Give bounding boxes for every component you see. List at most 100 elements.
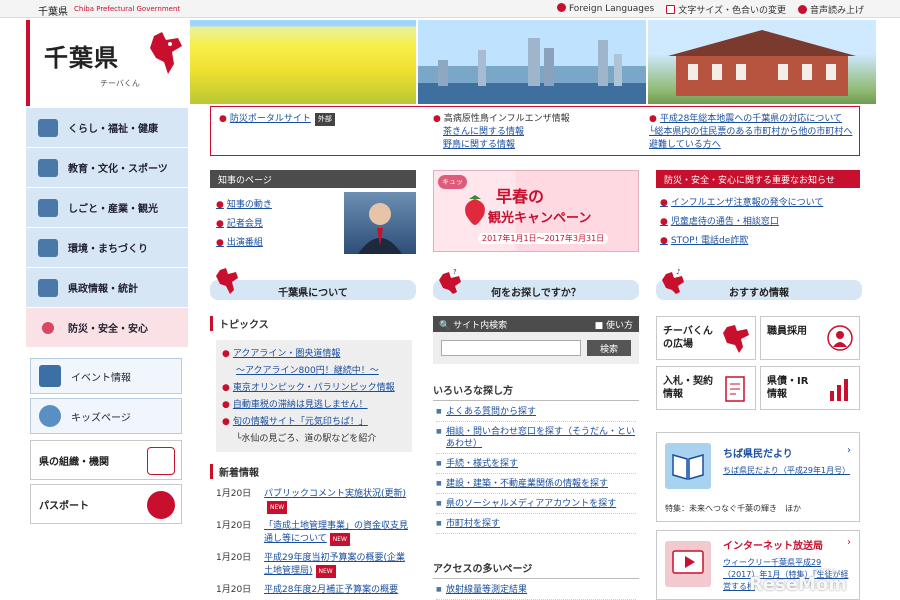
utility-links: Foreign Languages 文字サイズ・色合いの変更 音声読み上げ (556, 3, 864, 16)
notice-link[interactable]: ● インフルエンザ注意報の発令について (660, 194, 856, 213)
poultry-info-link[interactable]: 茶きんに関する情報 (443, 127, 524, 137)
pen-icon (38, 158, 58, 177)
nav-item-education[interactable]: 教育・文化・スポーツ (26, 148, 188, 188)
search-help-link[interactable]: ■ 使い方 (595, 318, 633, 331)
notice-link[interactable]: ● 児童虐待の通告・相談窓口 (660, 213, 856, 232)
topic-sub-text: └水仙の見ごろ、道の駅などを紹介 (236, 434, 377, 444)
rapeseed-photo (190, 20, 416, 104)
campaign-title-2: 観光キャンペーン (488, 211, 592, 226)
topics-box: ● アクアライン・圏央道情報 ～アクアライン800円！継続中！～ ● 東京オリンピッ… (216, 340, 412, 452)
various-search-header: いろいろな探し方 (433, 382, 639, 401)
historic-building-photo (648, 20, 876, 104)
spring-campaign-banner[interactable]: キュッ 早春の 観光キャンペーン 2017年1月1日～2017年3月31日 (433, 170, 639, 252)
search-method-link[interactable]: 相談・問い合わせ窓口を探す（そうだん・といあわせ） (436, 422, 636, 454)
chevron-right-icon: › (847, 537, 851, 548)
search-method-link[interactable]: 手続・様式を探す (436, 454, 636, 474)
topic-link[interactable]: ● 旬の情報サイト「元気印ちば！」 (222, 414, 406, 431)
building-illustration (668, 30, 856, 96)
news-header: 新着情報 (210, 464, 259, 479)
search-method-link[interactable]: 市町村を探す (436, 514, 636, 534)
weather-icon (38, 238, 58, 257)
skyline-illustration (438, 38, 622, 86)
nav-item-government[interactable]: 県政情報・統計 (26, 268, 188, 308)
passport-link[interactable]: パスポート (30, 484, 182, 524)
site-logo[interactable]: 千葉県 チーバくん (26, 20, 188, 106)
top-bar: 千葉県 Chiba Prefectural Government Foreign… (0, 0, 900, 18)
chiba-kun-music-icon: ♪ (662, 268, 684, 294)
search-method-link[interactable]: 建設・建築・不動産業関係の情報を探す (436, 474, 636, 494)
video-play-icon (665, 541, 711, 587)
kids-page-link[interactable]: キッズページ (30, 398, 182, 434)
various-search-list: よくある質問から探す 相談・問い合わせ窓口を探す（そうだん・といあわせ） 手続・… (436, 402, 636, 534)
info-icon: ■ (594, 321, 606, 331)
news-row: 1月20日 平成28年度2月補正予算案の概要 (216, 585, 399, 595)
house-icon (38, 118, 58, 137)
chiba-kun-question-icon: ? (439, 268, 461, 294)
chevron-right-icon: › (847, 445, 851, 456)
wild-bird-info-link[interactable]: 野鳥に関する情報 (443, 140, 515, 150)
search-section-head: 何をお探しですか？ ? (433, 268, 639, 300)
main-nav: くらし・福祉・健康 教育・文化・スポーツ しごと・産業・観光 環境・まちづくり … (26, 108, 188, 348)
svg-text:♪: ♪ (676, 268, 680, 276)
brand-name: 千葉県 (38, 7, 68, 18)
bond-ir-tile[interactable]: 県債・IR 情報 (760, 366, 860, 410)
new-badge: NEW (329, 533, 350, 546)
search-method-link[interactable]: 県のソーシャルメディアアカウントを探す (436, 494, 636, 514)
search-header: サイト内検索 (453, 321, 508, 331)
search-method-link[interactable]: よくある質問から探す (436, 402, 636, 422)
news-link[interactable]: 平成28年度2月補正予算案の概要 (264, 585, 398, 595)
topic-link[interactable]: ● 東京オリンピック・パラリンピック情報 (222, 380, 406, 397)
news-link[interactable]: パブリックコメント実施状況(更新) (264, 489, 406, 499)
dayori-issue-link: ちば県民だより（平成29年1月号） (723, 466, 851, 475)
topics-header: トピックス (210, 316, 269, 331)
chiba-kun-icon (723, 325, 749, 353)
bird-flu-title: 高病原性鳥インフルエンザ情報 (443, 114, 570, 124)
dayori-feature: 特集：未来へつなぐ千葉の輝き ほか (665, 504, 801, 513)
campaign-badge: キュッ (438, 175, 467, 189)
foreign-languages-link[interactable]: Foreign Languages (556, 3, 654, 16)
nav-item-work[interactable]: しごと・産業・観光 (26, 188, 188, 228)
popular-pages-header: アクセスの多いページ (433, 560, 639, 579)
recruitment-tile[interactable]: 職員採用 (760, 316, 860, 360)
broadcast-header: インターネット放送局 (723, 541, 823, 552)
disaster-portal-link[interactable]: 防災ポータルサイト (230, 114, 311, 124)
dayori-header: ちば県民だより (723, 449, 793, 460)
governor-link[interactable]: ● 知事の動き (216, 196, 272, 215)
internet-broadcast-card[interactable]: インターネット放送局 › ウィークリー千葉県平成29（2017）年1月（特集）「… (656, 530, 860, 600)
search-button[interactable]: 検索 (587, 340, 631, 356)
topic-link[interactable]: ● 自動車税の滞納は見逃しません！ (222, 397, 406, 414)
chiba-kun-plaza-tile[interactable]: チーバくん の広場 (656, 316, 756, 360)
organization-link[interactable]: 県の組織・機関 (30, 440, 182, 480)
governor-link[interactable]: ● 記者会見 (216, 215, 272, 234)
bidding-tile[interactable]: 入札・契約 情報 (656, 366, 756, 410)
logo-title: 千葉県 (44, 44, 119, 72)
popular-pages-list: 放射線量等測定結果 (436, 580, 636, 600)
popular-page-link[interactable]: 放射線量等測定結果 (436, 580, 636, 600)
event-info-link[interactable]: イベント情報 (30, 358, 182, 394)
nav-item-environment[interactable]: 環境・まちづくり (26, 228, 188, 268)
external-badge: 外部 (314, 113, 335, 126)
globe-icon (556, 3, 566, 12)
open-book-icon (665, 443, 711, 489)
earthquake-response-link[interactable]: 平成28年総本地震への千葉県の対応について (660, 114, 842, 124)
evacuee-info-link[interactable]: └総本県内の住民票のある市町村から他の市町村へ避難している方へ (649, 127, 852, 150)
text-size-icon (666, 5, 676, 14)
document-icon (725, 376, 745, 402)
nav-item-living[interactable]: くらし・福祉・健康 (26, 108, 188, 148)
kenmin-dayori-card[interactable]: ちば県民だより › ちば県民だより（平成29年1月号） 特集：未来へつなぐ千葉の… (656, 432, 860, 522)
flag-icon (39, 365, 61, 387)
chiba-kun-icon (150, 32, 182, 74)
campaign-title-1: 早春の (496, 187, 545, 206)
governor-link[interactable]: ● 出演番組 (216, 234, 272, 253)
notice-link[interactable]: ● STOP! 電話de詐欺 (660, 232, 856, 251)
text-size-link[interactable]: 文字サイズ・色合いの変更 (666, 3, 786, 16)
site-search: 🔍 サイト内検索 ■ 使い方 検索 (433, 316, 639, 364)
governor-header: 知事のページ (210, 170, 416, 188)
emergency-alert-box: ● 防災ポータルサイト 外部 ● 高病原性鳥インフルエンザ情報 茶きんに関する情報 野… (210, 106, 860, 156)
search-input[interactable] (441, 340, 581, 356)
nav-item-safety[interactable]: 防災・安全・安心 (26, 308, 188, 348)
topic-sub-text[interactable]: ～アクアライン800円！継続中！～ (222, 363, 406, 380)
speech-link[interactable]: 音声読み上げ (797, 3, 864, 16)
topic-link[interactable]: ● アクアライン・圏央道情報 (222, 346, 406, 363)
building-icon (38, 278, 58, 297)
